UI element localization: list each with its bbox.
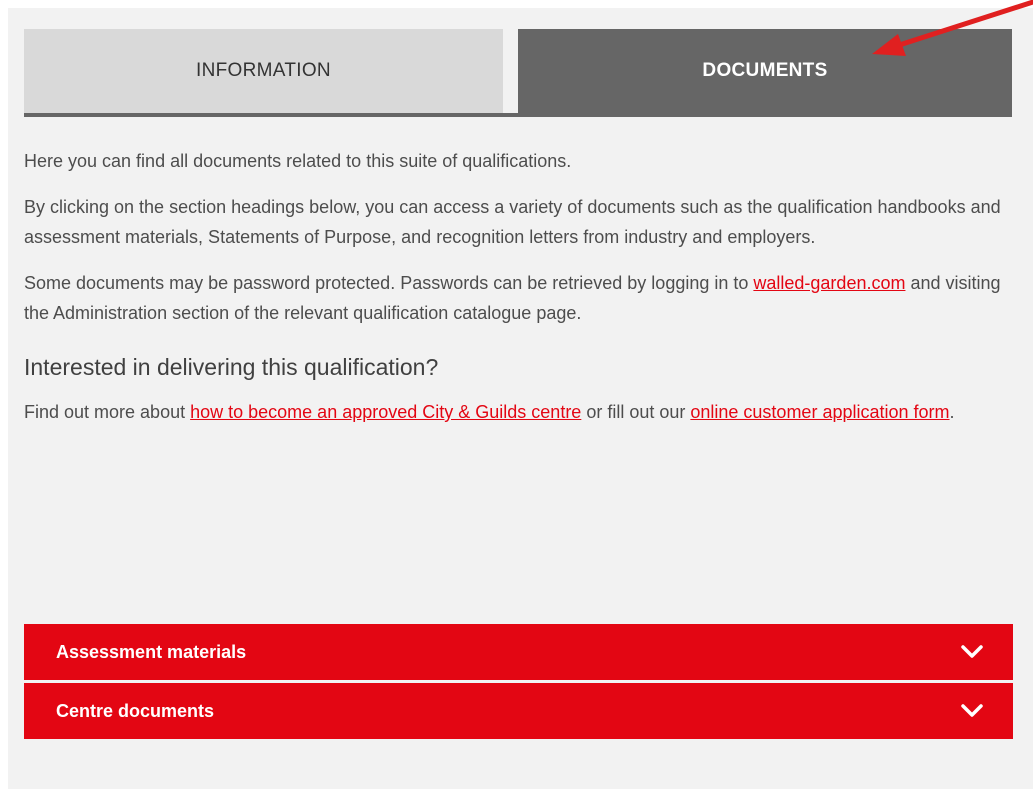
accordion-centre-documents[interactable]: Centre documents	[24, 683, 1013, 739]
application-form-link[interactable]: online customer application form	[690, 402, 949, 422]
chevron-down-icon	[961, 645, 983, 658]
walled-garden-link[interactable]: walled-garden.com	[753, 273, 905, 293]
tab-documents-label: DOCUMENTS	[702, 60, 828, 81]
approved-centre-link[interactable]: how to become an approved City & Guilds …	[190, 402, 581, 422]
tab-information[interactable]: INFORMATION	[24, 29, 503, 113]
delivery-text-end: .	[949, 402, 955, 422]
tab-underline	[24, 113, 1012, 117]
tab-information-label: INFORMATION	[196, 60, 331, 81]
chevron-down-icon	[961, 704, 983, 717]
description-text: By clicking on the section headings belo…	[24, 197, 1001, 247]
documents-content: Here you can find all documents related …	[24, 146, 1014, 443]
delivery-heading: Interested in delivering this qualificat…	[24, 354, 439, 380]
accordion-label: Centre documents	[56, 700, 215, 721]
delivery-text: Find out more about how to become an app…	[24, 397, 1014, 427]
documents-accordion: Assessment materials Centre documents	[24, 624, 1013, 739]
intro-text: Here you can find all documents related …	[24, 151, 572, 171]
accordion-assessment-materials[interactable]: Assessment materials	[24, 624, 1013, 680]
password-note-text: Some documents may be password protected…	[24, 273, 754, 293]
accordion-label: Assessment materials	[56, 641, 247, 662]
delivery-text-middle: or fill out our	[581, 402, 691, 422]
annotation-arrow-icon	[872, 0, 1033, 56]
password-note: Some documents may be password protected…	[24, 268, 1014, 328]
delivery-text-start: Find out more about	[24, 402, 191, 422]
